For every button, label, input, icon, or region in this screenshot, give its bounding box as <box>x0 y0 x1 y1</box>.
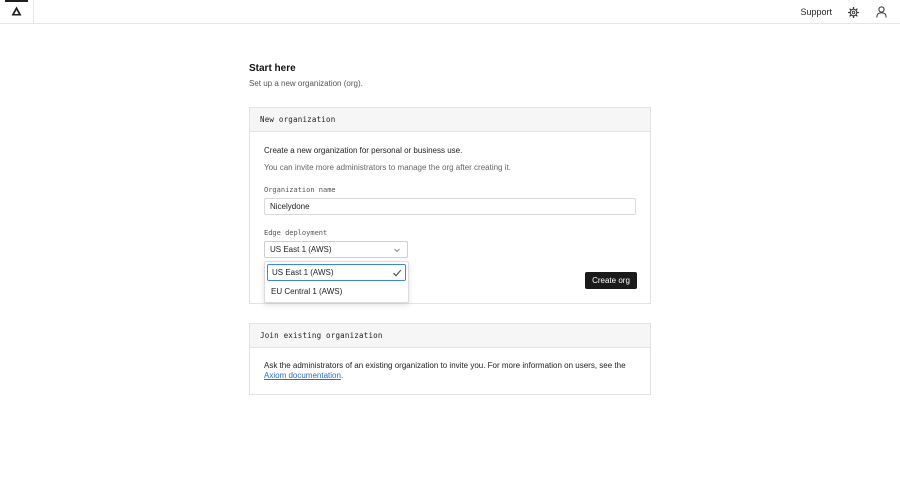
axiom-logo-icon <box>11 6 22 18</box>
edge-option-us-east-1[interactable]: US East 1 (AWS) <box>267 264 406 281</box>
join-text-after: . <box>340 371 344 380</box>
join-organization-header: Join existing organization <box>250 324 650 348</box>
create-org-button[interactable]: Create org <box>585 272 637 289</box>
edge-deployment-dropdown: US East 1 (AWS) EU Central 1 (AWS) <box>264 261 409 303</box>
page-title: Start here <box>249 63 296 74</box>
join-org-description: Ask the administrators of an existing or… <box>264 361 636 381</box>
user-icon[interactable] <box>874 5 888 19</box>
page-subtitle: Set up a new organization (org). <box>249 79 363 88</box>
edge-deployment-label: Edge deployment <box>264 229 328 237</box>
join-organization-panel: Join existing organization Ask the admin… <box>249 323 651 395</box>
org-name-label: Organization name <box>264 186 336 194</box>
edge-option-eu-central-1[interactable]: EU Central 1 (AWS) <box>267 283 406 300</box>
chevron-down-icon <box>393 246 401 256</box>
support-link[interactable]: Support <box>800 7 832 17</box>
gear-icon[interactable] <box>846 5 860 19</box>
checkmark-icon <box>392 268 402 280</box>
edge-option-label: US East 1 (AWS) <box>272 268 334 277</box>
edge-deployment-value: US East 1 (AWS) <box>270 245 332 254</box>
new-organization-header: New organization <box>250 108 650 132</box>
edge-option-label: EU Central 1 (AWS) <box>271 287 343 296</box>
org-name-input[interactable] <box>264 198 636 215</box>
axiom-documentation-link[interactable]: Axiom documentation <box>264 371 341 380</box>
new-org-description: Create a new organization for personal o… <box>264 146 463 155</box>
edge-deployment-select[interactable]: US East 1 (AWS) <box>264 241 408 258</box>
logo-button[interactable] <box>0 0 34 23</box>
new-org-hint: You can invite more administrators to ma… <box>264 163 511 172</box>
join-text-before: Ask the administrators of an existing or… <box>264 361 626 370</box>
top-bar: Support <box>0 0 900 24</box>
